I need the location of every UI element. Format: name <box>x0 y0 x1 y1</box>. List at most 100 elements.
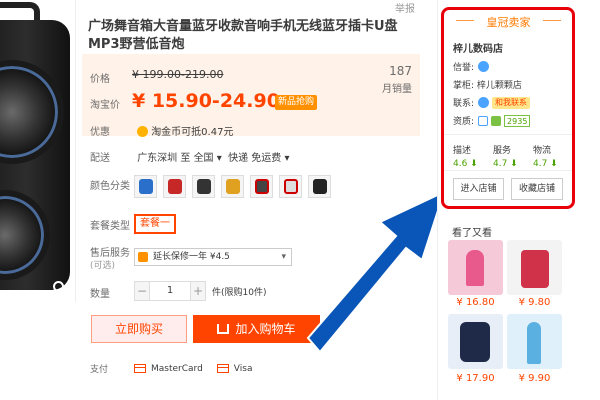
shipping-label: 配送 <box>90 153 110 164</box>
also-viewed-price: ¥ 9.90 <box>518 373 551 384</box>
monthly-sales-count: 187 <box>389 64 412 78</box>
credit-level-icon[interactable] <box>478 61 490 72</box>
credit-label: 信誉: <box>453 63 475 73</box>
shop-qualification-row: 资质: 2935 <box>453 114 531 127</box>
payment-mastercard: MasterCard <box>134 364 203 374</box>
cart-icon <box>217 324 230 334</box>
chevron-down-icon: ▾ <box>281 252 286 262</box>
shop-info-card: 皇冠卖家 梓儿数码店 信誉: 掌柜: 梓儿颗颗店 联系: 和我联系 资质: 29… <box>441 7 575 209</box>
crown-seller-badge: 皇冠卖家 <box>456 14 561 30</box>
product-thumb-graphic <box>527 322 541 364</box>
shipping-from: 广东深圳 至 <box>137 153 191 164</box>
product-thumb-graphic <box>521 250 549 288</box>
product-thumb-graphic <box>466 250 484 286</box>
color-option-thumb[interactable] <box>192 175 215 198</box>
color-option-thumb[interactable] <box>163 175 186 198</box>
warranty-icon <box>138 252 148 262</box>
also-viewed-item[interactable] <box>448 314 503 369</box>
shipping-row: 配送 广东深圳 至 全国 ▾ 快递 免运费 ▾ <box>90 149 290 164</box>
product-thumb-graphic <box>460 322 490 362</box>
score-value: 4.6 ⬇ <box>453 159 478 169</box>
quantity-row: 数量 <box>90 285 134 300</box>
color-row-label-wrap: 颜色分类 <box>90 177 134 192</box>
price-label: 价格 <box>90 74 110 85</box>
also-viewed-title: 看了又看 <box>452 228 492 239</box>
color-option-thumb[interactable] <box>279 175 302 198</box>
package-label: 套餐类型 <box>90 221 130 232</box>
score-service: 服务 4.7 ⬇ <box>493 143 533 169</box>
divider <box>444 170 572 171</box>
keeper-label: 掌柜: <box>453 81 475 91</box>
taojinbi-coin-icon <box>137 126 149 137</box>
qualification-count[interactable]: 2935 <box>504 114 531 127</box>
after-sales-sublabel: (可选) <box>90 261 116 271</box>
also-viewed-item[interactable] <box>448 240 503 295</box>
package-row: 套餐类型 <box>90 217 134 232</box>
payment-visa: Visa <box>216 364 252 374</box>
after-sales-selected: 延长保修一年 ¥4.5 <box>153 252 230 262</box>
enter-shop-button[interactable]: 进入店铺 <box>453 178 504 200</box>
shop-contact-row: 联系: 和我联系 <box>453 96 531 109</box>
contact-label: 联系: <box>453 99 475 109</box>
favorite-shop-button[interactable]: 收藏店铺 <box>511 178 563 200</box>
product-main-image[interactable] <box>0 0 76 302</box>
divider <box>444 134 572 135</box>
discount-row: 优惠 淘金币可抵0.47元 <box>90 123 233 138</box>
after-sales-select[interactable]: 延长保修一年 ¥4.5 ▾ <box>134 248 292 266</box>
score-value: 4.7 ⬇ <box>533 159 558 169</box>
buy-now-button[interactable]: 立即购买 <box>91 315 187 343</box>
after-sales-label: 售后服务 <box>90 248 130 259</box>
product-title: 广场舞音箱大音量蓝牙收款音响手机无线蓝牙插卡U盘MP3野营低音炮 <box>88 19 398 52</box>
color-option-thumb[interactable] <box>221 175 244 198</box>
score-logistics: 物流 4.7 ⬇ <box>533 143 573 169</box>
contact-me-button[interactable]: 和我联系 <box>492 96 531 109</box>
credit-card-icon <box>216 364 229 373</box>
quantity-minus-button[interactable]: − <box>134 281 150 301</box>
score-label: 物流 <box>533 146 552 156</box>
report-link[interactable]: 举报 <box>395 0 415 15</box>
id-verified-icon[interactable] <box>478 115 489 126</box>
original-price: ¥ 199.00-219.00 <box>132 68 224 81</box>
promo-badge[interactable]: 新品抢购 <box>275 95 318 110</box>
score-description: 描述 4.6 ⬇ <box>453 143 493 169</box>
color-option-thumb[interactable] <box>134 175 157 198</box>
also-viewed-price: ¥ 16.80 <box>456 297 495 308</box>
credit-card-icon <box>134 364 146 373</box>
color-option-thumb[interactable] <box>250 175 273 198</box>
quantity-plus-button[interactable]: + <box>190 281 206 301</box>
monthly-sales-label: 月销量 <box>382 84 412 95</box>
shop-keeper-row: 掌柜: 梓儿颗颗店 <box>453 78 522 91</box>
payment-row: 支付 MasterCard Visa <box>90 362 266 376</box>
after-sales-row: 售后服务 (可选) <box>90 248 134 272</box>
quantity-stepper: − 1 + <box>134 281 206 301</box>
color-label: 颜色分类 <box>90 181 130 192</box>
quantity-input[interactable]: 1 <box>150 281 190 301</box>
quantity-label: 数量 <box>90 289 110 300</box>
pointer-arrow-icon <box>306 190 446 354</box>
discount-label: 优惠 <box>90 127 110 138</box>
discount-value: 淘金币可抵0.47元 <box>151 127 234 138</box>
quality-icon[interactable] <box>491 115 502 126</box>
add-to-cart-label: 加入购物车 <box>235 322 296 336</box>
score-label: 服务 <box>493 146 512 156</box>
score-label: 描述 <box>453 146 472 156</box>
quantity-limit-tip: 件(限购10件) <box>212 288 267 298</box>
package-option-button[interactable]: 套餐一 <box>134 214 176 234</box>
shop-credit-row: 信誉: <box>453 60 490 73</box>
taobao-price-label: 淘宝价 <box>90 100 120 111</box>
wangwang-icon[interactable] <box>478 97 490 108</box>
also-viewed-item[interactable] <box>507 314 562 369</box>
also-viewed-price: ¥ 9.80 <box>518 297 551 308</box>
product-page: 举报 广场舞音箱大音量蓝牙收款音响手机无线蓝牙插卡U盘MP3野营低音炮 价格 ¥… <box>0 0 600 400</box>
current-price: ¥ 15.90-24.90 <box>132 90 280 112</box>
also-viewed-price: ¥ 17.90 <box>456 373 495 384</box>
shipping-service-dropdown[interactable]: 快递 免运费 ▾ <box>228 153 289 164</box>
payment-label: 支付 <box>90 365 109 375</box>
score-value: 4.7 ⬇ <box>493 159 518 169</box>
zoom-icon[interactable] <box>52 280 68 296</box>
keeper-name[interactable]: 梓儿颗颗店 <box>477 78 522 91</box>
shop-name[interactable]: 梓儿数码店 <box>453 40 503 55</box>
qualification-label: 资质: <box>453 117 475 127</box>
shipping-destination-dropdown[interactable]: 全国 ▾ <box>194 153 222 164</box>
also-viewed-item[interactable] <box>507 240 562 295</box>
